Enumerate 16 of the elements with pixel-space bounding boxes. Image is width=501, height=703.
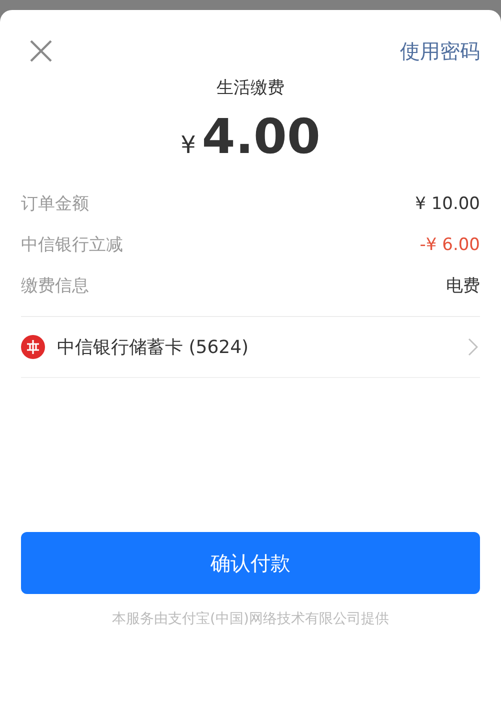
detail-label: 订单金额 bbox=[21, 193, 89, 215]
confirm-payment-button[interactable]: 确认付款 bbox=[21, 532, 480, 594]
detail-label: 缴费信息 bbox=[21, 275, 89, 297]
chevron-right-icon bbox=[468, 338, 478, 356]
payment-amount: 4.00 bbox=[202, 109, 320, 165]
payment-method-row[interactable]: 中信银行储蓄卡 (5624) bbox=[21, 317, 480, 378]
detail-value: -¥ 6.00 bbox=[420, 234, 480, 254]
detail-value: ¥ 10.00 bbox=[415, 194, 480, 214]
payment-title: 生活缴费 bbox=[216, 77, 286, 99]
detail-value: 电费 bbox=[446, 275, 480, 297]
service-provider-note: 本服务由支付宝(中国)网络技术有限公司提供 bbox=[111, 610, 390, 628]
use-password-link[interactable]: 使用密码 bbox=[400, 38, 480, 64]
close-icon[interactable] bbox=[29, 39, 53, 63]
bank-logo-icon bbox=[21, 335, 45, 359]
currency-symbol: ¥ bbox=[180, 131, 196, 159]
detail-label: 中信银行立减 bbox=[21, 234, 123, 256]
